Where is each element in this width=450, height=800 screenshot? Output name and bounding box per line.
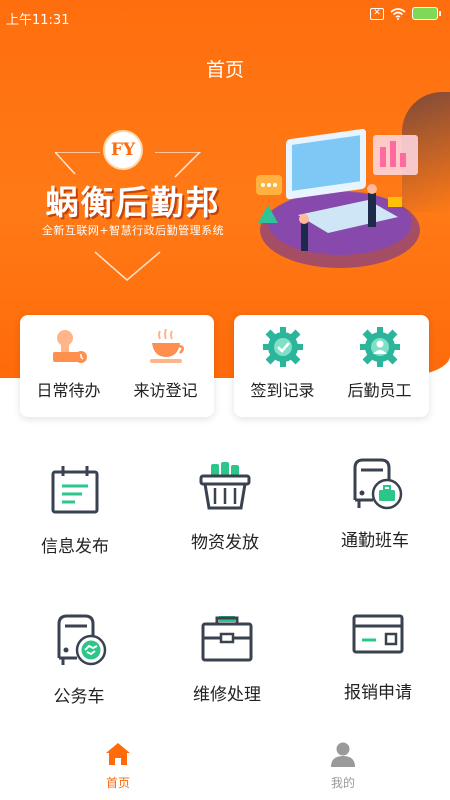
grid-commuter-bus-label: 通勤班车 (341, 531, 409, 551)
brand-name: 蜗衡后勤邦 (45, 183, 221, 222)
battery-icon (412, 7, 441, 20)
nav-home-label: 首页 (105, 776, 130, 790)
stamp-icon (52, 330, 87, 363)
basket-icon (199, 462, 251, 510)
quick-visitor-register[interactable]: 来访登记 (117, 315, 214, 417)
bus-briefcase-icon (353, 458, 403, 510)
quick-signin-records-label: 签到记录 (250, 381, 315, 400)
car-handshake-icon (57, 614, 107, 666)
quick-logistics-staff-label: 后勤员工 (347, 381, 412, 400)
grid-info-publish[interactable]: 信息发布 (0, 462, 150, 582)
brand-subtitle: 全新互联网+智慧行政后勤管理系统 (41, 224, 225, 237)
status-icons: ✕ (370, 7, 441, 20)
grid-commuter-bus[interactable]: 通勤班车 (300, 456, 450, 576)
grid-supply-distribution-label: 物资发放 (191, 533, 259, 553)
grid-repair-handling[interactable]: 维修处理 (152, 610, 302, 730)
bottom-nav: 首页 我的 (0, 730, 450, 800)
quick-daily-todo-label: 日常待办 (36, 381, 101, 400)
card-icon (352, 614, 404, 654)
tea-cup-icon (149, 328, 184, 363)
quick-card-right: 签到记录 后勤员工 (234, 315, 429, 417)
grid-official-car-label: 公务车 (53, 687, 105, 707)
wifi-icon (390, 7, 406, 20)
quick-card-left: 日常待办 来访登记 (20, 315, 214, 417)
grid-info-publish-label: 信息发布 (41, 537, 109, 557)
nav-mine-label: 我的 (330, 776, 355, 790)
grid-official-car[interactable]: 公务车 (4, 612, 154, 732)
quick-signin-records[interactable]: 签到记录 (234, 315, 331, 417)
user-icon (331, 742, 355, 767)
status-bar: 上午11:31 ✕ (0, 0, 450, 32)
nav-mine[interactable]: 我的 (283, 740, 403, 791)
grid-reimbursement[interactable]: 报销申请 (303, 608, 450, 728)
nav-home[interactable]: 首页 (58, 740, 178, 791)
office-illustration (256, 128, 420, 268)
status-time: 上午11:31 (6, 13, 70, 28)
gear-check-icon (262, 327, 303, 367)
gear-person-icon (359, 327, 400, 367)
quick-daily-todo[interactable]: 日常待办 (20, 315, 117, 417)
sim-off-icon: ✕ (370, 7, 384, 20)
toolbox-icon (201, 616, 253, 662)
home-icon (106, 743, 130, 765)
grid-reimbursement-label: 报销申请 (344, 683, 412, 703)
calendar-note-icon (51, 466, 99, 514)
grid-supply-distribution[interactable]: 物资发放 (150, 458, 300, 578)
quick-visitor-register-label: 来访登记 (133, 381, 198, 400)
page-title: 首页 (205, 59, 244, 81)
brand-logo: FY (103, 130, 143, 170)
quick-logistics-staff[interactable]: 后勤员工 (331, 315, 428, 417)
grid-repair-handling-label: 维修处理 (193, 685, 261, 705)
